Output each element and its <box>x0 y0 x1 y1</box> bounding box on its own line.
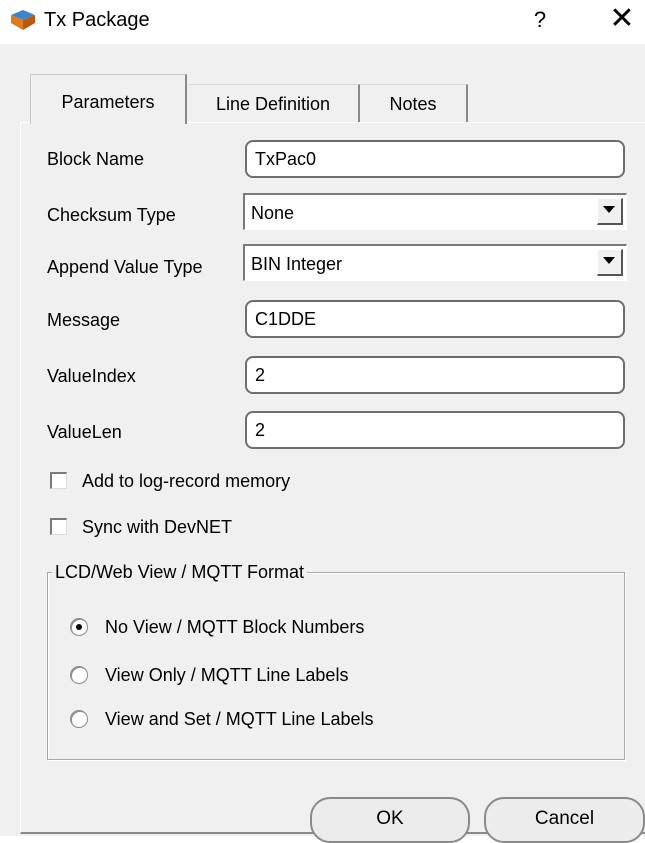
radio-view-only-label: View Only / MQTT Line Labels <box>105 665 349 685</box>
radio-view-and-set-label: View and Set / MQTT Line Labels <box>105 709 374 729</box>
block-name-label: Block Name <box>47 149 145 169</box>
log-record-label: Add to log-record memory <box>82 471 291 491</box>
value-index-input[interactable] <box>245 356 625 394</box>
tab-line-definition[interactable]: Line Definition <box>188 84 360 122</box>
title-bar: Tx Package ? ✕ <box>0 0 645 44</box>
radio-button[interactable] <box>70 666 88 684</box>
checksum-type-label: Checksum Type <box>47 205 176 225</box>
log-record-checkbox[interactable] <box>50 472 67 489</box>
close-button[interactable]: ✕ <box>600 2 644 36</box>
radio-no-view-label: No View / MQTT Block Numbers <box>105 617 365 637</box>
chevron-down-icon[interactable] <box>597 249 623 276</box>
window-title: Tx Package <box>44 9 150 31</box>
ok-button[interactable]: OK <box>310 797 470 843</box>
block-icon <box>10 9 36 31</box>
view-format-group-title: LCD/Web View / MQTT Format <box>52 562 308 582</box>
append-value-type-label: Append Value Type <box>47 257 203 277</box>
checksum-type-select[interactable]: None <box>243 193 627 230</box>
value-index-label: ValueIndex <box>47 366 136 386</box>
checksum-type-value: None <box>251 203 295 223</box>
message-input[interactable] <box>245 300 625 338</box>
dialog-body: Line Definition Notes Parameters Block N… <box>0 44 645 843</box>
block-name-input[interactable] <box>245 140 625 178</box>
message-label: Message <box>47 310 121 330</box>
radio-button-selected[interactable] <box>70 618 88 636</box>
value-len-label: ValueLen <box>47 422 122 442</box>
sync-devnet-checkbox[interactable] <box>50 518 67 535</box>
cancel-button[interactable]: Cancel <box>484 797 645 843</box>
help-button[interactable]: ? <box>520 4 560 36</box>
chevron-down-icon[interactable] <box>597 198 623 225</box>
sync-devnet-label: Sync with DevNET <box>82 517 233 537</box>
append-value-type-select[interactable]: BIN Integer <box>243 244 627 281</box>
value-len-input[interactable] <box>245 411 625 449</box>
radio-button[interactable] <box>70 710 88 728</box>
append-value-type-value: BIN Integer <box>251 254 343 274</box>
radio-dot-icon <box>76 624 82 630</box>
tab-parameters[interactable]: Parameters <box>30 74 187 124</box>
tab-notes[interactable]: Notes <box>360 84 468 122</box>
